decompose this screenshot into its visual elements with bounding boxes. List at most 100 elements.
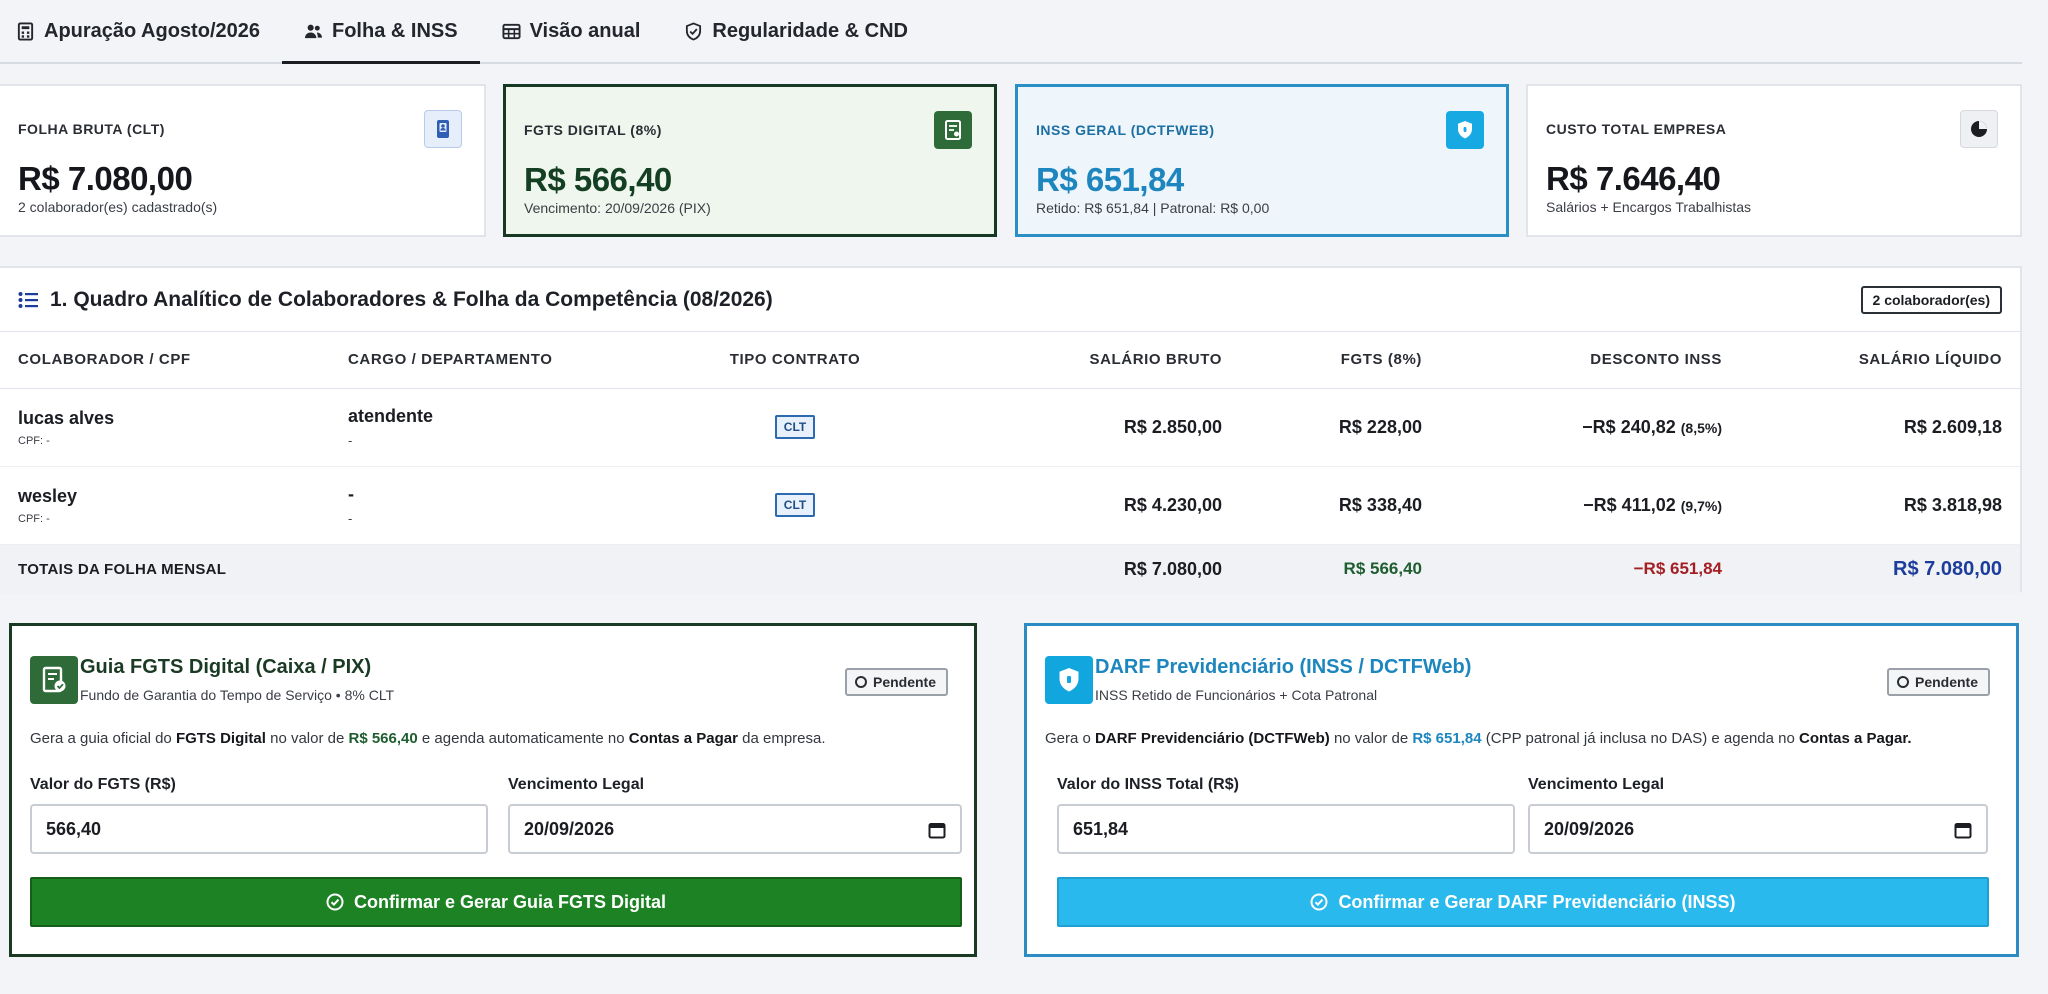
totals-label: TOTAIS DA FOLHA MENSAL [0,544,960,594]
amount-label: Valor do FGTS (R$) [30,776,176,793]
calendar-grid-icon [502,23,521,39]
inss-value: −R$ 240,82 [1582,416,1676,437]
receipt-icon [934,111,972,149]
tab-label: Apuração Agosto/2026 [44,19,260,42]
button-label: Confirmar e Gerar DARF Previdenciário (I… [1338,891,1736,912]
tab-bar: Apuração Agosto/2026 Folha & INSS Visão … [0,0,2022,64]
total-inss: −R$ 651,84 [1440,544,1740,594]
employee-cell: lucas alves CPF: - [0,388,330,467]
tab-label: Regularidade & CND [712,19,908,42]
fgts-guide-card: Guia FGTS Digital (Caixa / PIX) Fundo de… [9,623,977,957]
shield-icon [1045,656,1093,704]
circle-icon [854,676,867,688]
col-header: DESCONTO INSS [1440,332,1740,389]
inss-cell: −R$ 240,82 (8,5%) [1440,388,1740,467]
panel-header: 1. Quadro Analítico de Colaboradores & F… [0,268,2020,332]
input-value: 566,40 [46,818,102,839]
colaboradores-count-badge: 2 colaborador(es) [1860,286,2002,314]
kpi-value: R$ 7.646,40 [1546,160,1721,197]
inss-guide-card: DARF Previdenciário (INSS / DCTFWeb) INS… [1024,623,2019,957]
guide-subtitle: Fundo de Garantia do Tempo de Serviço • … [80,687,395,703]
guide-description: Gera a guia oficial do FGTS Digital no v… [30,730,826,747]
desc-text: no valor de [270,730,345,747]
status-badge: Pendente [844,668,948,696]
salario-bruto: R$ 4.230,00 [960,466,1240,545]
check-circle-icon [1310,893,1328,911]
shield-check-icon [686,21,702,41]
table-header-row: COLABORADOR / CPF CARGO / DEPARTAMENTO T… [0,332,2020,389]
fgts-value: R$ 228,00 [1240,388,1440,467]
employee-departamento: - [348,433,353,448]
guide-title: DARF Previdenciário (INSS / DCTFWeb) [1095,656,1472,678]
kpi-inss-geral: INSS GERAL (DCTFWEB) R$ 651,84 Retido: R… [1015,84,1509,237]
kpi-subtitle: Vencimento: 20/09/2026 (PIX) [524,200,711,216]
cargo-cell: atendente - [330,388,630,467]
desc-text: da empresa. [742,730,826,747]
inss-pct: (8,5%) [1680,419,1722,436]
due-label: Vencimento Legal [1528,776,1665,793]
fgts-amount-input[interactable]: 566,40 [30,804,488,854]
total-fgts: R$ 566,40 [1240,544,1440,594]
kpi-subtitle: 2 colaborador(es) cadastrado(s) [18,199,218,215]
employee-cpf: CPF: - [18,434,50,447]
col-header: CARGO / DEPARTAMENTO [330,332,630,389]
col-header: FGTS (8%) [1240,332,1440,389]
salario-bruto: R$ 2.850,00 [960,388,1240,467]
folha-table: COLABORADOR / CPF CARGO / DEPARTAMENTO T… [0,332,2020,594]
employee-cell: wesley CPF: - [0,466,330,545]
inss-value: −R$ 411,02 [1583,494,1676,515]
table-row[interactable]: lucas alves CPF: - atendente - CLT R$ 2.… [0,388,2020,467]
inss-pct: (9,7%) [1680,497,1722,514]
tab-regularidade[interactable]: Regularidade & CND [662,0,930,62]
tab-folha-inss[interactable]: Folha & INSS [282,0,480,64]
circle-icon [1896,676,1909,688]
calendar-icon[interactable] [928,821,946,839]
salario-liquido: R$ 3.818,98 [1740,466,2020,545]
kpi-label: INSS GERAL (DCTFWEB) [1036,122,1215,138]
tab-apuracao[interactable]: Apuração Agosto/2026 [14,0,282,62]
kpi-custo-total: CUSTO TOTAL EMPRESA R$ 7.646,40 Salários… [1526,84,2022,237]
inss-cell: −R$ 411,02 (9,7%) [1440,466,1740,545]
desc-text: Gera a guia oficial do [30,730,172,747]
contract-type-badge: CLT [774,415,816,439]
button-label: Confirmar e Gerar Guia FGTS Digital [353,891,667,912]
kpi-value: R$ 7.080,00 [18,160,193,197]
kpi-subtitle: Retido: R$ 651,84 | Patronal: R$ 0,00 [1036,200,1270,216]
desc-text: no valor de [1333,730,1409,747]
status-badge: Pendente [1886,668,1990,696]
total-bruto: R$ 7.080,00 [960,544,1240,594]
inss-due-date-input[interactable]: 20/09/2026 [1528,804,1988,854]
kpi-value: R$ 566,40 [524,161,672,198]
list-icon [18,291,38,308]
col-header: SALÁRIO LÍQUIDO [1740,332,2020,389]
guide-title: Guia FGTS Digital (Caixa / PIX) [80,656,372,678]
inss-amount-input[interactable]: 651,84 [1057,804,1515,854]
table-row[interactable]: wesley CPF: - - - CLT R$ 4.230,00 R$ 338… [0,466,2020,545]
tipo-cell: CLT [630,388,960,467]
desc-amount: R$ 651,84 [1412,730,1482,747]
calculator-icon [17,21,34,41]
desc-amount: R$ 566,40 [348,730,418,747]
desc-bold: FGTS Digital [175,730,266,747]
confirm-inss-button[interactable]: Confirmar e Gerar DARF Previdenciário (I… [1057,877,1989,927]
amount-label: Valor do INSS Total (R$) [1057,776,1239,793]
tipo-cell: CLT [630,466,960,545]
kpi-label: CUSTO TOTAL EMPRESA [1546,121,1727,137]
calendar-icon[interactable] [1954,821,1972,839]
desc-text: Gera o [1045,730,1091,747]
due-label: Vencimento Legal [508,776,645,793]
input-value: 651,84 [1073,818,1129,839]
receipt-check-icon [30,656,78,704]
fgts-due-date-input[interactable]: 20/09/2026 [508,804,962,854]
kpi-subtitle: Salários + Encargos Trabalhistas [1546,199,1752,215]
employee-cargo: atendente [348,406,434,426]
desc-text: e agenda automaticamente no [421,730,625,747]
kpi-label: FOLHA BRUTA (CLT) [18,121,165,137]
input-value: 20/09/2026 [1544,818,1635,839]
tab-visao-anual[interactable]: Visão anual [480,0,663,62]
kpi-label: FGTS DIGITAL (8%) [524,122,662,138]
guide-subtitle: INSS Retido de Funcionários + Cota Patro… [1095,687,1378,703]
confirm-fgts-button[interactable]: Confirmar e Gerar Guia FGTS Digital [30,877,962,927]
shield-icon [1446,111,1484,149]
desc-text: (CPP patronal já inclusa no DAS) e agend… [1485,730,1795,747]
